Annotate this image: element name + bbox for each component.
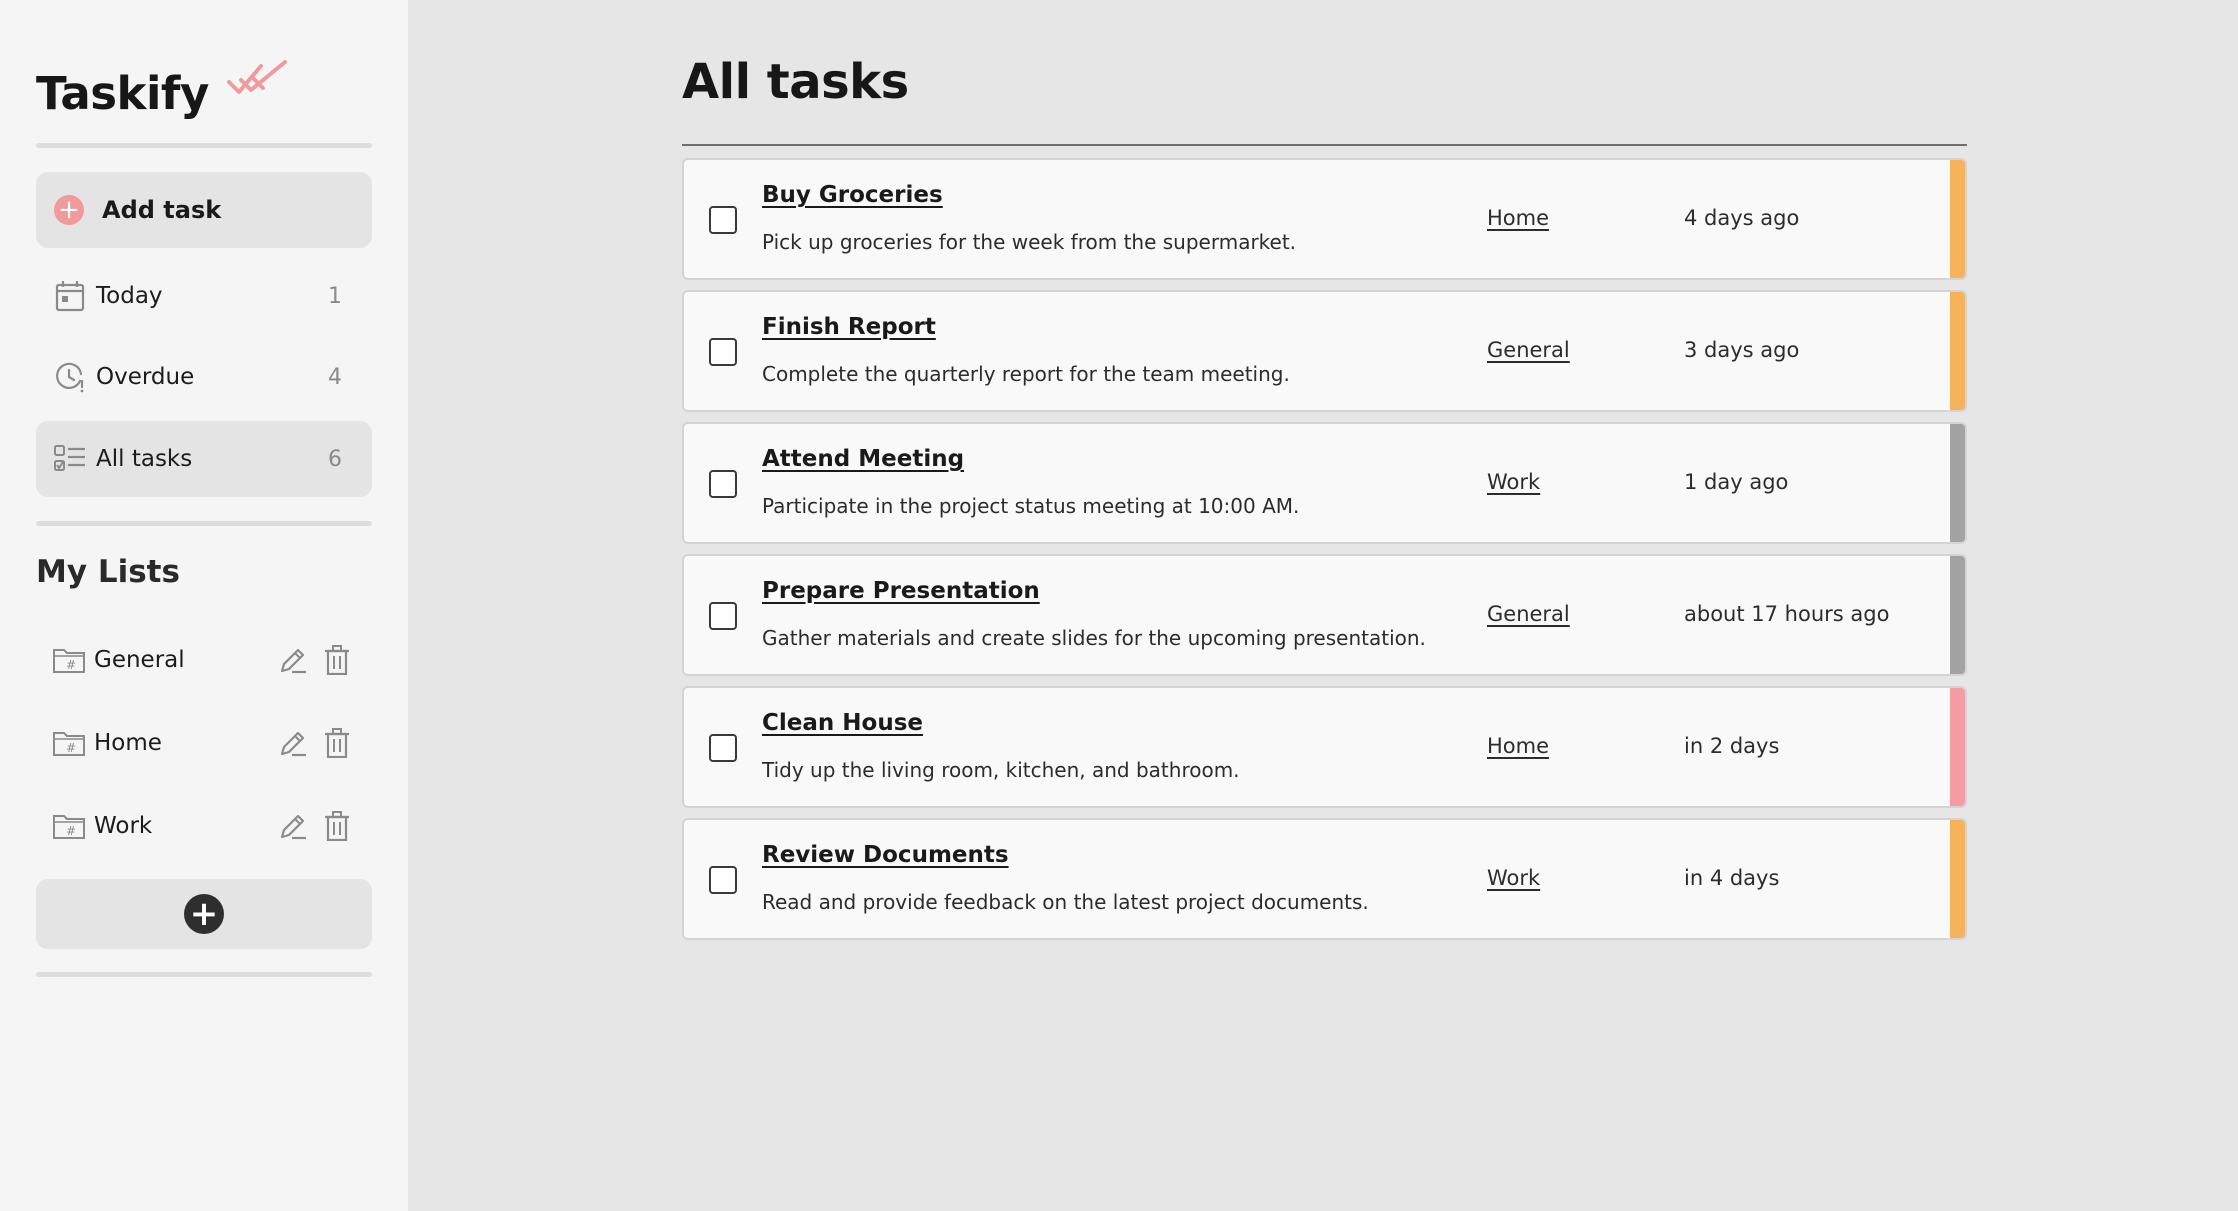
task-date: in 4 days — [1684, 866, 1780, 890]
task-card: Buy Groceries Pick up groceries for the … — [682, 158, 1967, 280]
list-item-general[interactable]: # General — [36, 627, 372, 693]
trash-icon[interactable] — [320, 726, 354, 760]
title-divider — [682, 144, 1967, 146]
svg-text:#: # — [66, 741, 76, 755]
task-date: in 2 days — [1684, 734, 1780, 758]
add-list-button[interactable]: + — [36, 879, 372, 949]
task-card: Prepare Presentation Gather materials an… — [682, 554, 1967, 676]
task-description: Pick up groceries for the week from the … — [762, 230, 1297, 254]
task-description: Gather materials and create slides for t… — [762, 626, 1426, 650]
nav-label: Today — [96, 283, 163, 309]
priority-indicator — [1950, 424, 1965, 542]
checklist-icon — [54, 443, 86, 475]
edit-icon[interactable] — [276, 809, 310, 843]
task-title[interactable]: Buy Groceries — [762, 182, 943, 208]
task-card: Finish Report Complete the quarterly rep… — [682, 290, 1967, 412]
nav-label: All tasks — [96, 446, 193, 472]
task-title[interactable]: Prepare Presentation — [762, 578, 1040, 604]
nav-item-today[interactable]: Today 1 — [36, 258, 372, 334]
task-checkbox[interactable] — [709, 470, 737, 498]
folder-hash-icon: # — [52, 728, 86, 758]
task-list-link[interactable]: General — [1487, 338, 1570, 362]
nav-item-overdue[interactable]: Overdue 4 — [36, 339, 372, 415]
task-checkbox[interactable] — [709, 866, 737, 894]
nav-count: 1 — [328, 283, 342, 309]
task-description: Complete the quarterly report for the te… — [762, 362, 1290, 386]
task-checkbox[interactable] — [709, 206, 737, 234]
task-list: Buy Groceries Pick up groceries for the … — [682, 158, 1967, 950]
page-title: All tasks — [682, 54, 909, 110]
task-title[interactable]: Clean House — [762, 710, 923, 736]
priority-indicator — [1950, 820, 1965, 938]
svg-text:#: # — [66, 824, 76, 838]
task-title[interactable]: Attend Meeting — [762, 446, 964, 472]
trash-icon[interactable] — [320, 643, 354, 677]
task-checkbox[interactable] — [709, 602, 737, 630]
task-card: Review Documents Read and provide feedba… — [682, 818, 1967, 940]
task-list-link[interactable]: Home — [1487, 206, 1549, 230]
task-checkbox[interactable] — [709, 338, 737, 366]
edit-icon[interactable] — [276, 726, 310, 760]
task-description: Tidy up the living room, kitchen, and ba… — [762, 758, 1240, 782]
task-title[interactable]: Review Documents — [762, 842, 1009, 868]
edit-icon[interactable] — [276, 643, 310, 677]
task-title[interactable]: Finish Report — [762, 314, 936, 340]
plus-circle-icon: + — [54, 195, 84, 225]
brand: Taskify — [36, 58, 289, 130]
task-date: about 17 hours ago — [1684, 602, 1890, 626]
list-item-work[interactable]: # Work — [36, 793, 372, 859]
task-description: Participate in the project status meetin… — [762, 494, 1300, 518]
task-card: Attend Meeting Participate in the projec… — [682, 422, 1967, 544]
my-lists-title: My Lists — [36, 554, 180, 590]
clock-alert-icon — [54, 361, 86, 393]
task-checkbox[interactable] — [709, 734, 737, 762]
calendar-icon — [54, 280, 86, 312]
task-list-link[interactable]: Work — [1487, 866, 1540, 890]
list-item-home[interactable]: # Home — [36, 710, 372, 776]
app-name: Taskify — [36, 67, 209, 120]
priority-indicator — [1950, 160, 1965, 278]
folder-hash-icon: # — [52, 645, 86, 675]
nav-count: 4 — [328, 364, 342, 390]
trash-icon[interactable] — [320, 809, 354, 843]
task-date: 1 day ago — [1684, 470, 1789, 494]
task-description: Read and provide feedback on the latest … — [762, 890, 1369, 914]
list-label: Home — [94, 730, 162, 756]
task-list-link[interactable]: Home — [1487, 734, 1549, 758]
nav-count: 6 — [328, 446, 342, 472]
folder-hash-icon: # — [52, 811, 86, 841]
task-list-link[interactable]: General — [1487, 602, 1570, 626]
list-label: Work — [94, 813, 153, 839]
sidebar-divider — [36, 972, 372, 977]
task-list-link[interactable]: Work — [1487, 470, 1540, 494]
priority-indicator — [1950, 688, 1965, 806]
task-card: Clean House Tidy up the living room, kit… — [682, 686, 1967, 808]
priority-indicator — [1950, 292, 1965, 410]
nav-item-all-tasks[interactable]: All tasks 6 — [36, 421, 372, 497]
sidebar-divider — [36, 521, 372, 526]
task-date: 4 days ago — [1684, 206, 1800, 230]
plus-circle-icon: + — [184, 894, 224, 934]
list-label: General — [94, 647, 185, 673]
double-check-icon — [226, 60, 287, 94]
task-date: 3 days ago — [1684, 338, 1800, 362]
nav-label: Overdue — [96, 364, 195, 390]
add-task-button[interactable]: + Add task — [36, 172, 372, 248]
svg-text:#: # — [66, 658, 76, 672]
sidebar-divider — [36, 143, 372, 148]
add-task-label: Add task — [102, 196, 222, 224]
sidebar: Taskify + Add task Today 1 Overdue 4 All… — [0, 0, 408, 1211]
priority-indicator — [1950, 556, 1965, 674]
